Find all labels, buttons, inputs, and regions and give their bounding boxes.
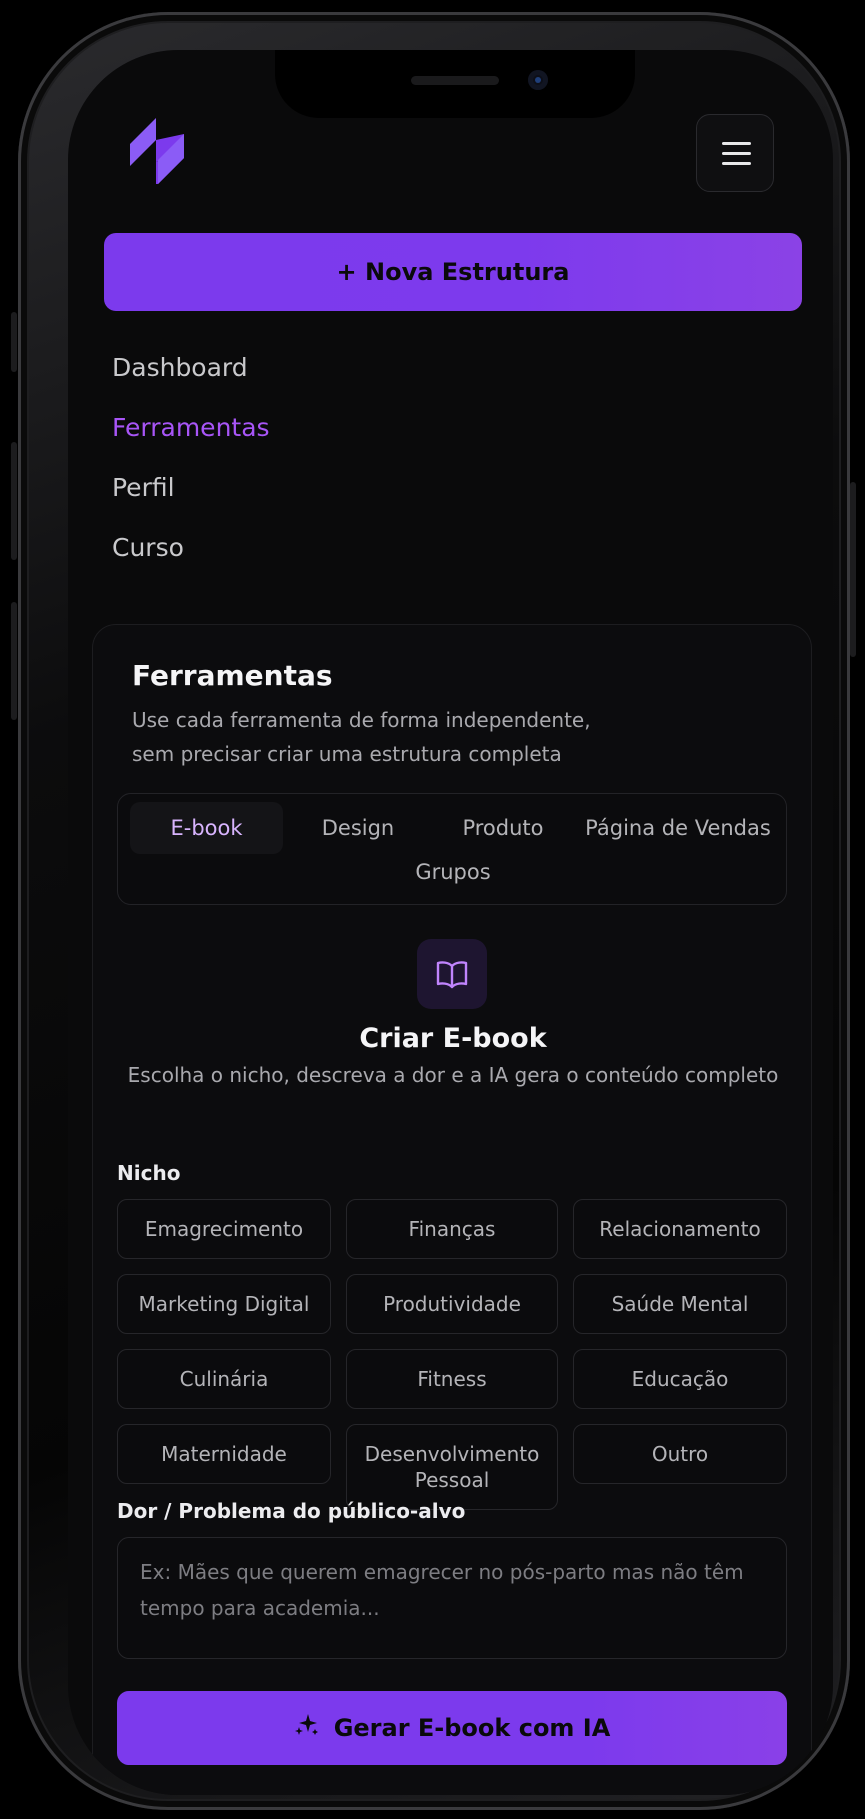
niche-label: Nicho bbox=[117, 1161, 181, 1185]
tab-grupos[interactable]: Grupos bbox=[118, 846, 788, 898]
niche-option-educacao[interactable]: Educação bbox=[573, 1349, 787, 1409]
tools-subtitle-line: sem precisar criar uma estrutura complet… bbox=[132, 742, 562, 766]
nav-item-ferramentas[interactable]: Ferramentas bbox=[112, 408, 270, 468]
new-structure-button[interactable]: + Nova Estrutura bbox=[104, 233, 802, 311]
nav-item-perfil[interactable]: Perfil bbox=[112, 468, 270, 528]
phone-frame: + Nova Estrutura Dashboard Ferramentas P… bbox=[11, 12, 856, 1810]
phone-silent-switch bbox=[11, 312, 17, 372]
generate-ebook-button[interactable]: Gerar E-book com IA bbox=[117, 1691, 787, 1765]
sparkles-icon bbox=[294, 1712, 320, 1744]
hamburger-menu-icon bbox=[722, 142, 751, 145]
pain-input[interactable] bbox=[117, 1537, 787, 1659]
niche-option-fitness[interactable]: Fitness bbox=[346, 1349, 558, 1409]
brand-logo-icon[interactable] bbox=[126, 116, 190, 184]
tools-card: Ferramentas Use cada ferramenta de forma… bbox=[92, 624, 812, 1795]
nav-item-dashboard[interactable]: Dashboard bbox=[112, 348, 270, 408]
nav-item-curso[interactable]: Curso bbox=[112, 528, 270, 588]
open-book-icon bbox=[417, 939, 487, 1009]
niche-option-desenvolvimento-pessoal[interactable]: Desenvolvimento Pessoal bbox=[346, 1424, 558, 1510]
pain-label: Dor / Problema do público-alvo bbox=[117, 1499, 466, 1523]
hamburger-menu-icon bbox=[722, 162, 751, 165]
tools-tabs: E-book Design Produto Página de Vendas G… bbox=[117, 793, 787, 905]
phone-notch bbox=[275, 50, 635, 118]
hamburger-menu-icon bbox=[722, 152, 751, 155]
niche-option-culinaria[interactable]: Culinária bbox=[117, 1349, 331, 1409]
niche-option-outro[interactable]: Outro bbox=[573, 1424, 787, 1484]
ebook-subtitle: Escolha o nicho, descreva a dor e a IA g… bbox=[127, 1063, 779, 1087]
niche-option-marketing-digital[interactable]: Marketing Digital bbox=[117, 1274, 331, 1334]
niche-option-relacionamento[interactable]: Relacionamento bbox=[573, 1199, 787, 1259]
phone-volume-down bbox=[11, 602, 17, 720]
menu-button[interactable] bbox=[696, 114, 774, 192]
earpiece-speaker bbox=[411, 76, 499, 85]
niche-option-produtividade[interactable]: Produtividade bbox=[346, 1274, 558, 1334]
ebook-title: Criar E-book bbox=[359, 1023, 547, 1054]
niche-option-saude-mental[interactable]: Saúde Mental bbox=[573, 1274, 787, 1334]
main-nav: Dashboard Ferramentas Perfil Curso bbox=[112, 348, 270, 588]
tools-title: Ferramentas bbox=[132, 659, 333, 692]
tools-subtitle-line: Use cada ferramenta de forma independent… bbox=[132, 708, 591, 732]
app-screen: + Nova Estrutura Dashboard Ferramentas P… bbox=[68, 50, 833, 1795]
generate-ebook-label: Gerar E-book com IA bbox=[333, 1714, 611, 1742]
niche-option-emagrecimento[interactable]: Emagrecimento bbox=[117, 1199, 331, 1259]
niche-option-financas[interactable]: Finanças bbox=[346, 1199, 558, 1259]
phone-volume-up bbox=[11, 442, 17, 560]
tools-subtitle: Use cada ferramenta de forma independent… bbox=[132, 703, 612, 771]
front-camera-icon bbox=[528, 70, 548, 90]
niche-option-maternidade[interactable]: Maternidade bbox=[117, 1424, 331, 1484]
phone-power-button bbox=[850, 482, 856, 657]
